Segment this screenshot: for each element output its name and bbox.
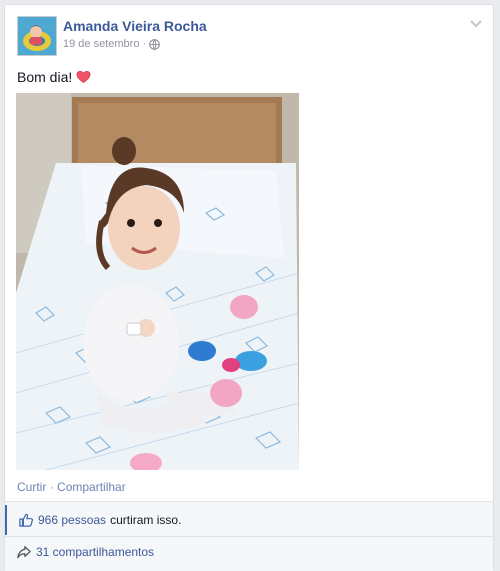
globe-icon[interactable]: [149, 38, 160, 50]
chevron-down-icon[interactable]: [469, 19, 483, 29]
feedback-section: 966 pessoas curtiram isso. 31 compartilh…: [5, 501, 493, 571]
like-link[interactable]: Curtir: [17, 480, 46, 494]
post-date[interactable]: 19 de setembro: [63, 38, 139, 50]
share-link[interactable]: Compartilhar: [57, 480, 126, 494]
baby-photo: [16, 93, 299, 470]
post-photo[interactable]: [16, 93, 299, 470]
post-meta: 19 de setembro ·: [63, 38, 160, 50]
author-name[interactable]: Amanda Vieira Rocha: [63, 18, 207, 34]
status-text: Bom dia!: [17, 69, 73, 85]
actions-separator: ·: [49, 480, 54, 494]
post-card: Amanda Vieira Rocha 19 de setembro · Bom…: [4, 4, 494, 571]
likes-suffix: curtiram isso.: [110, 513, 182, 527]
likes-row: 966 pessoas curtiram isso.: [5, 505, 495, 535]
likes-count-link[interactable]: 966 pessoas: [38, 513, 106, 527]
shares-count-link[interactable]: 31 compartilhamentos: [36, 545, 154, 559]
post-actions: Curtir · Compartilhar: [17, 480, 126, 494]
avatar-image: [18, 17, 56, 55]
heart-icon: [76, 70, 91, 84]
shares-row: 31 compartilhamentos: [5, 536, 493, 567]
meta-separator: ·: [142, 38, 147, 50]
thumbs-up-icon: [19, 513, 33, 527]
author-avatar[interactable]: [17, 16, 57, 56]
status-message: Bom dia!: [17, 69, 91, 85]
share-arrow-icon: [17, 546, 31, 559]
